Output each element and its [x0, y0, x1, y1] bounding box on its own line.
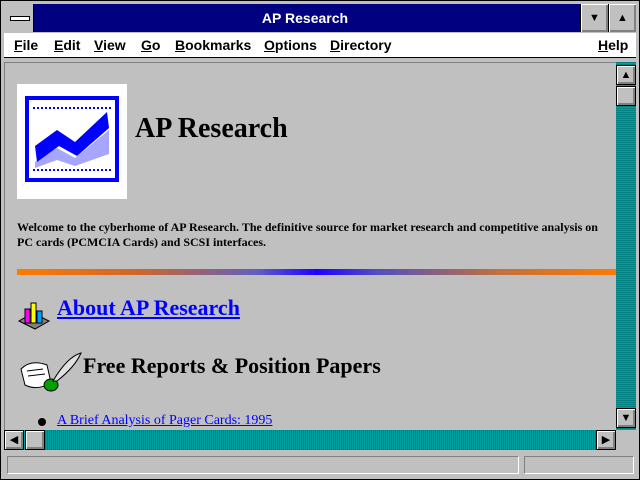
triangle-down-icon: ▼	[589, 12, 600, 24]
scrollbar-corner	[616, 430, 636, 450]
menu-file[interactable]: File	[14, 37, 38, 53]
maximize-button[interactable]: ▲	[608, 4, 636, 32]
dash-icon	[10, 16, 30, 21]
scroll-right-button[interactable]: ▶	[596, 430, 616, 450]
status-message-field	[7, 456, 519, 474]
scroll-down-button[interactable]: ▼	[616, 408, 636, 428]
scroll-quill-icon	[17, 351, 83, 395]
horizontal-scroll-thumb[interactable]	[25, 430, 45, 450]
menu-help[interactable]: Help	[598, 37, 628, 53]
list-bullet	[38, 418, 46, 426]
menu-view[interactable]: View	[94, 37, 126, 53]
page-heading: AP Research	[135, 113, 288, 144]
menu-edit[interactable]: Edit	[54, 37, 80, 53]
about-ap-research-link[interactable]: About AP Research	[57, 295, 240, 321]
welcome-text: Welcome to the cyberhome of AP Research.…	[17, 220, 598, 249]
arrow-left-icon: ◀	[9, 434, 19, 446]
window-title: AP Research	[261, 10, 349, 26]
menu-bar: File Edit View Go Bookmarks Options Dire…	[4, 33, 636, 58]
system-menu-button[interactable]	[4, 4, 34, 32]
rising-chart-logo	[17, 84, 127, 199]
status-bar	[4, 453, 636, 475]
horizontal-scrollbar[interactable]: ◀ ▶	[4, 430, 616, 450]
reports-heading: Free Reports & Position Papers	[83, 353, 381, 378]
gradient-divider	[17, 269, 616, 275]
menu-options[interactable]: Options	[264, 37, 317, 53]
browser-window: AP Research ▼ ▲ File Edit View Go Bookma…	[0, 0, 640, 480]
scroll-left-button[interactable]: ◀	[4, 430, 24, 450]
scroll-up-button[interactable]: ▲	[616, 65, 636, 85]
menu-go[interactable]: Go	[141, 37, 160, 53]
bar-chart-icon[interactable]	[17, 297, 51, 331]
report-link[interactable]: A Brief Analysis of Pager Cards: 1995	[57, 413, 272, 429]
page-content: AP Research Welcome to the cyberhome of …	[4, 62, 617, 432]
menu-bookmarks[interactable]: Bookmarks	[175, 37, 251, 53]
vertical-scroll-thumb[interactable]	[616, 86, 636, 106]
arrow-right-icon: ▶	[601, 434, 611, 446]
title-bar[interactable]: AP Research ▼ ▲	[4, 4, 636, 32]
arrow-up-icon: ▲	[620, 69, 632, 81]
minimize-button[interactable]: ▼	[580, 4, 608, 32]
vertical-scrollbar[interactable]: ▲ ▼	[616, 62, 636, 430]
triangle-up-icon: ▲	[617, 12, 628, 24]
menu-directory[interactable]: Directory	[330, 37, 391, 53]
arrow-down-icon: ▼	[620, 412, 632, 424]
status-progress-field	[524, 456, 634, 474]
